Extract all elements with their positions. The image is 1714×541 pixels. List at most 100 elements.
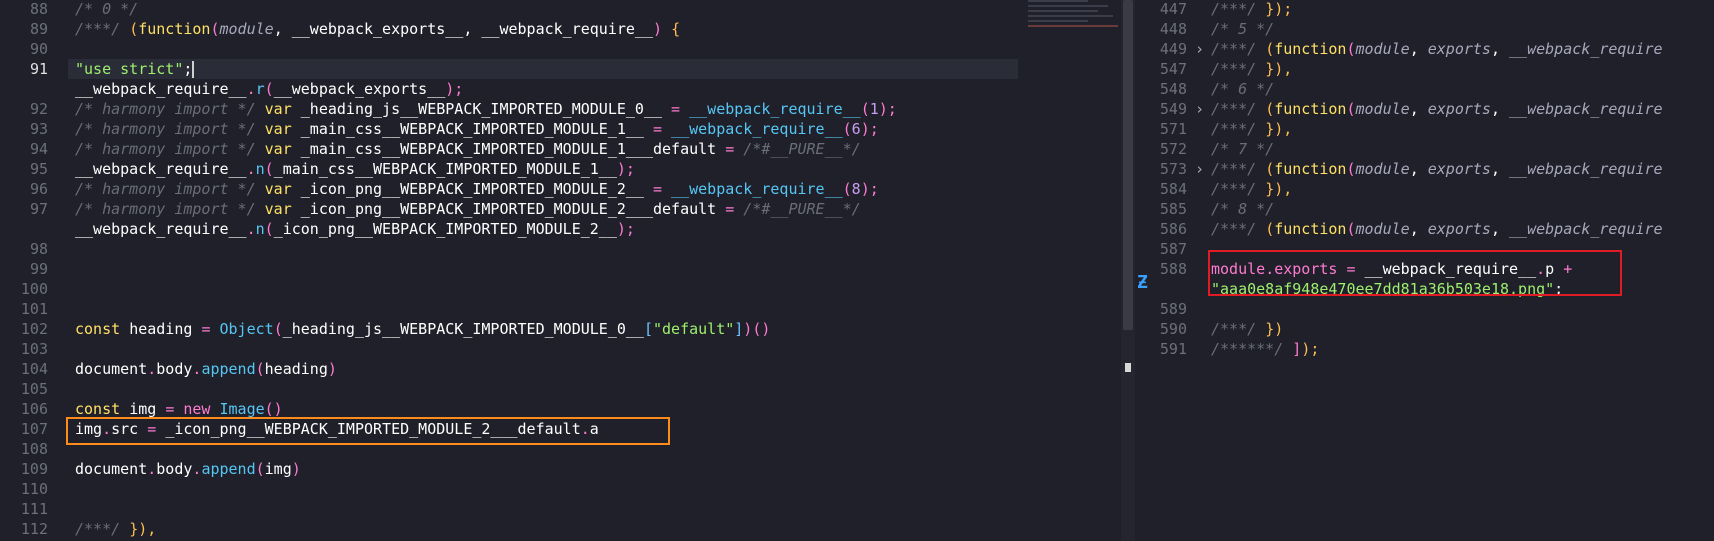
pane-scrollbar[interactable] [1121, 0, 1135, 541]
line-number: 548 [1159, 80, 1187, 98]
code-line[interactable]: 111 [0, 499, 1121, 519]
line-number: 104 [20, 360, 48, 378]
code-text: /* 0 */ [75, 0, 138, 19]
code-line[interactable]: 106 const img = new Image() [0, 399, 1121, 419]
left-editor-pane[interactable]: 88 /* 0 */89/***/ (function(module, __web… [0, 0, 1121, 541]
code-token: __webpack_require__ [671, 120, 843, 138]
code-token: ); [878, 100, 897, 118]
code-line[interactable]: 104 document.body.append(heading) [0, 359, 1121, 379]
code-token: module [1355, 220, 1410, 238]
code-line[interactable]: 585 /* 8 */ [1135, 199, 1714, 219]
fold-chevron-icon[interactable]: › [1195, 99, 1204, 119]
line-number: 100 [20, 280, 48, 298]
code-line[interactable]: 447 /***/ }); [1135, 0, 1714, 19]
code-token: ] [1292, 340, 1302, 358]
code-line[interactable]: 573 ›/***/ (function(module, exports, __w… [1135, 159, 1714, 179]
code-line[interactable]: 91 "use strict"; [0, 59, 1121, 79]
code-line[interactable]: 572 /* 7 */ [1135, 139, 1714, 159]
minimap[interactable] [1028, 0, 1118, 40]
code-token: } [1265, 320, 1275, 338]
code-token: /* harmony import */ [75, 200, 265, 218]
code-token: /******/ [1211, 340, 1293, 358]
code-line[interactable]: 98 [0, 239, 1121, 259]
code-token: /* 5 */ [1211, 20, 1275, 38]
editor-window: 88 /* 0 */89/***/ (function(module, __web… [0, 0, 1714, 541]
code-token: /* harmony import */ [75, 100, 265, 118]
code-token: } [1265, 120, 1275, 138]
code-token: ( [1265, 160, 1275, 178]
code-token: , [463, 20, 482, 38]
code-line[interactable]: 94 /* harmony import */ var _main_css__WE… [0, 139, 1121, 159]
code-line[interactable]: 103 [0, 339, 1121, 359]
code-text: /* 5 */ [1211, 19, 1274, 39]
line-number: 586 [1159, 220, 1187, 238]
code-token: __webpack_require__ [481, 20, 653, 38]
code-token: ( [860, 100, 870, 118]
line-number: 106 [20, 400, 48, 418]
code-token: r [255, 80, 265, 98]
code-line[interactable]: __webpack_require__.n(_icon_png__WEBPACK… [0, 219, 1121, 239]
code-line[interactable]: 93 /* harmony import */ var _main_css__WE… [0, 119, 1121, 139]
code-token: ); [1274, 0, 1293, 18]
code-token: heading [129, 320, 202, 338]
code-line[interactable]: 591 /******/ ]); [1135, 339, 1714, 359]
right-editor-pane[interactable]: 447/***/ }); 448/* 5 */449 ›/***/ (functio… [1135, 0, 1714, 541]
code-token: /***/ [75, 520, 130, 538]
code-text: __webpack_require__.n(_main_css__WEBPACK… [75, 159, 635, 179]
code-line[interactable]: 92 /* harmony import */ var _heading_js__… [0, 99, 1121, 119]
code-token: . [246, 220, 256, 238]
code-line[interactable]: 99 [0, 259, 1121, 279]
code-token: exports [1427, 40, 1491, 58]
code-token: /***/ [1211, 220, 1266, 238]
code-line[interactable]: 95 __webpack_require__.n(_main_css__WEBPA… [0, 159, 1121, 179]
code-token: , [1490, 220, 1510, 238]
code-token: ( [129, 20, 139, 38]
line-number: 99 [29, 260, 48, 278]
code-line[interactable]: 97 /* harmony import */ var _icon_png__WE… [0, 199, 1121, 219]
code-line[interactable]: 586/***/ (function(module, exports, __we… [1135, 219, 1714, 239]
code-line[interactable]: 110 [0, 479, 1121, 499]
code-token: ( [1346, 220, 1356, 238]
line-number: 88 [29, 0, 48, 18]
code-line[interactable]: 589 [1135, 299, 1714, 319]
code-token: __webpack_require [1509, 160, 1663, 178]
code-token: ( [1346, 160, 1356, 178]
code-line[interactable]: 547 /***/ }), [1135, 59, 1714, 79]
code-line[interactable]: 590 /***/ }) [1135, 319, 1714, 339]
code-line[interactable]: 109 document.body.append(img) [0, 459, 1121, 479]
code-line[interactable]: __webpack_require__.r(__webpack_exports_… [0, 79, 1121, 99]
code-text: /* harmony import */ var _main_css__WEBP… [75, 139, 861, 159]
code-line[interactable]: 548 /* 6 */ [1135, 79, 1714, 99]
line-number: 95 [29, 160, 48, 178]
code-line[interactable]: 448 /* 5 */ [1135, 19, 1714, 39]
code-line[interactable]: 584 /***/ }), [1135, 179, 1714, 199]
code-line[interactable]: 88 /* 0 */ [0, 0, 1121, 19]
code-line[interactable]: 100 [0, 279, 1121, 299]
code-line[interactable]: 449 ›/***/ (function(module, exports, __w… [1135, 39, 1714, 59]
code-token: ); [1301, 340, 1320, 358]
scrollbar-thumb[interactable] [1123, 0, 1133, 330]
code-text: const heading = Object(_heading_js__WEBP… [75, 319, 770, 339]
fold-chevron-icon[interactable]: › [1195, 159, 1204, 179]
code-token: function [1274, 160, 1347, 178]
code-line[interactable]: 112 /***/ }), [0, 519, 1121, 539]
code-text: __webpack_require__.r(__webpack_exports_… [75, 79, 463, 99]
code-line[interactable]: 549 ›/***/ (function(module, exports, __w… [1135, 99, 1714, 119]
code-line[interactable]: 89/***/ (function(module, __webpack_expo… [0, 19, 1121, 39]
code-line[interactable]: 101 [0, 299, 1121, 319]
code-token: ); [616, 160, 635, 178]
code-line[interactable]: 96 /* harmony import */ var _icon_png__WE… [0, 179, 1121, 199]
code-line[interactable]: 571 /***/ }), [1135, 119, 1714, 139]
code-token: ] [734, 320, 744, 338]
code-token: = [165, 400, 184, 418]
code-line[interactable]: 105 [0, 379, 1121, 399]
highlight-box-module-exports [1208, 250, 1622, 296]
code-line[interactable]: 102 const heading = Object(_heading_js__W… [0, 319, 1121, 339]
code-line[interactable]: 90 [0, 39, 1121, 59]
fold-chevron-icon[interactable]: › [1195, 39, 1204, 59]
code-token: . [147, 360, 157, 378]
code-text: /* 6 */ [1211, 79, 1274, 99]
code-token: ( [1346, 100, 1356, 118]
code-token: function [1274, 100, 1347, 118]
